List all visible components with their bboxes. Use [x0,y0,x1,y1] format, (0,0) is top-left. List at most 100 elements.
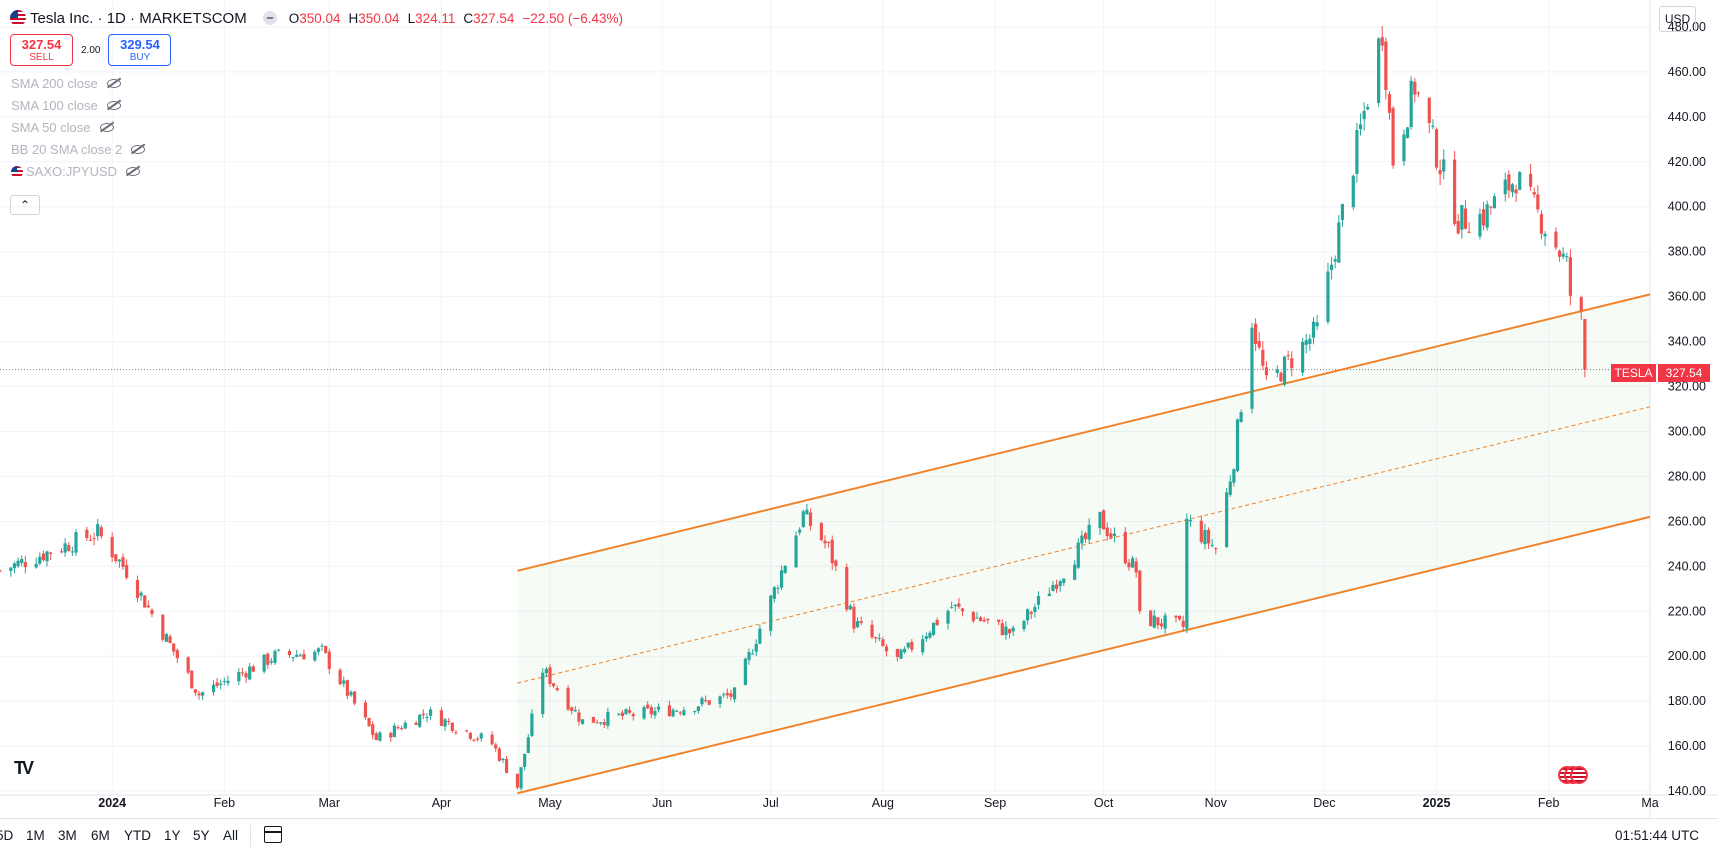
candle-body [1250,327,1254,409]
candle-body [135,579,140,598]
candle-body [63,543,67,553]
candle-body [338,669,342,685]
candle-body [1442,159,1446,172]
candle-body [1434,129,1439,168]
candle-body [403,722,407,729]
candle-body [110,536,114,558]
candle-body [88,539,93,541]
calendar-icon[interactable] [264,826,282,843]
price-chart[interactable]: 140.00 160.00 180.00 200.00 220.00 240.00 260.… [0,0,1718,818]
candle-body [1467,231,1471,233]
candle-body [1181,620,1185,627]
x-tick-label: Mar [319,796,341,810]
candle-body [1098,511,1102,529]
candle-body [649,707,653,715]
range-5y[interactable]: 5Y [193,828,210,843]
candle-body [1402,134,1406,162]
indicator-bb[interactable]: BB 20 SMA close 2 [11,142,146,157]
hidden-eye-icon[interactable] [106,101,121,110]
utc-clock[interactable]: 01:51:44 UTC [1615,828,1699,843]
tradingview-logo-icon[interactable]: TV [14,758,34,779]
candle-body [801,511,805,527]
candle-body [823,540,827,544]
candle-body [237,672,241,682]
indicator-jpyusd[interactable]: SAXO:JPYUSD [11,164,141,179]
hidden-eye-icon[interactable] [126,167,141,176]
candle-body [16,560,20,567]
candle-body [656,706,661,710]
candle-body [1384,41,1388,90]
candle-body [779,570,784,588]
candle-body [946,610,950,624]
candle-body [827,542,831,544]
indicator-sma-50[interactable]: SMA 50 close [11,120,114,135]
x-tick-label: Jun [652,796,672,810]
candle-body [544,668,548,674]
candle-body [1337,222,1341,263]
candle-body [465,730,469,732]
candle-body [291,657,295,659]
candle-body [808,512,813,526]
candle-body [653,710,657,716]
candle-body [504,758,509,773]
y-tick-label: 180.00 [1668,694,1706,708]
symbol-title[interactable]: Tesla Inc. · 1D · MARKETSCOM [30,10,247,27]
candle-body [313,651,317,661]
hidden-eye-icon[interactable] [106,79,121,88]
candle-body [743,658,747,685]
candle-body [1152,615,1156,628]
minimize-icon[interactable] [262,11,277,25]
candle-body [602,721,606,725]
candle-body [758,628,762,644]
candle-body [1463,208,1468,229]
candle-body [1539,214,1544,234]
range-ytd[interactable]: YTD [124,828,151,843]
candle-body [978,617,983,621]
candle-body [1456,220,1460,234]
candle-body [425,716,429,718]
candle-body [570,707,574,711]
candle-body [190,670,194,689]
candle-body [38,556,42,564]
range-1y[interactable]: 1Y [164,828,181,843]
candle-body [186,657,190,673]
currency-selector[interactable]: USD [1659,6,1696,32]
jp-us-flag-icon [11,165,23,178]
candle-body [9,567,13,571]
candle-body [1387,94,1392,113]
candle-body [1159,623,1164,627]
range-3m[interactable]: 3M [58,828,77,843]
indicator-sma-200[interactable]: SMA 200 close [11,76,121,91]
candle-body [389,733,393,738]
candle-body [479,733,483,739]
candle-body [1235,419,1240,472]
candle-body [1239,412,1243,423]
candle-body [1138,570,1142,612]
candle-body [1290,358,1294,369]
candle-body [1156,617,1160,626]
buy-button[interactable]: 329.54 BUY [108,34,172,66]
range-all[interactable]: All [223,828,238,843]
candle-body [378,732,382,741]
candle-body [1253,323,1258,345]
candle-body [468,732,472,739]
x-tick-label: May [538,796,562,810]
range-6m[interactable]: 6M [91,828,110,843]
hidden-eye-icon[interactable] [99,123,114,132]
range-5d[interactable]: 5D [0,828,13,843]
toolbar-divider [250,825,251,847]
candle-body [526,737,530,753]
collapse-legend-button[interactable]: ⌃ [10,195,40,215]
hidden-eye-icon[interactable] [131,145,146,154]
candle-body [953,604,957,607]
sell-button[interactable]: 327.54 SELL [10,34,73,66]
candle-body [1355,130,1359,175]
indicator-sma-100[interactable]: SMA 100 close [11,98,121,113]
y-tick-label: 440.00 [1668,110,1706,124]
candle-body [819,523,823,541]
candle-body [1174,615,1178,618]
candle-body [1528,173,1533,187]
economic-events-icon[interactable] [1558,766,1588,784]
range-1m[interactable]: 1M [26,828,45,843]
candle-body [881,639,885,646]
